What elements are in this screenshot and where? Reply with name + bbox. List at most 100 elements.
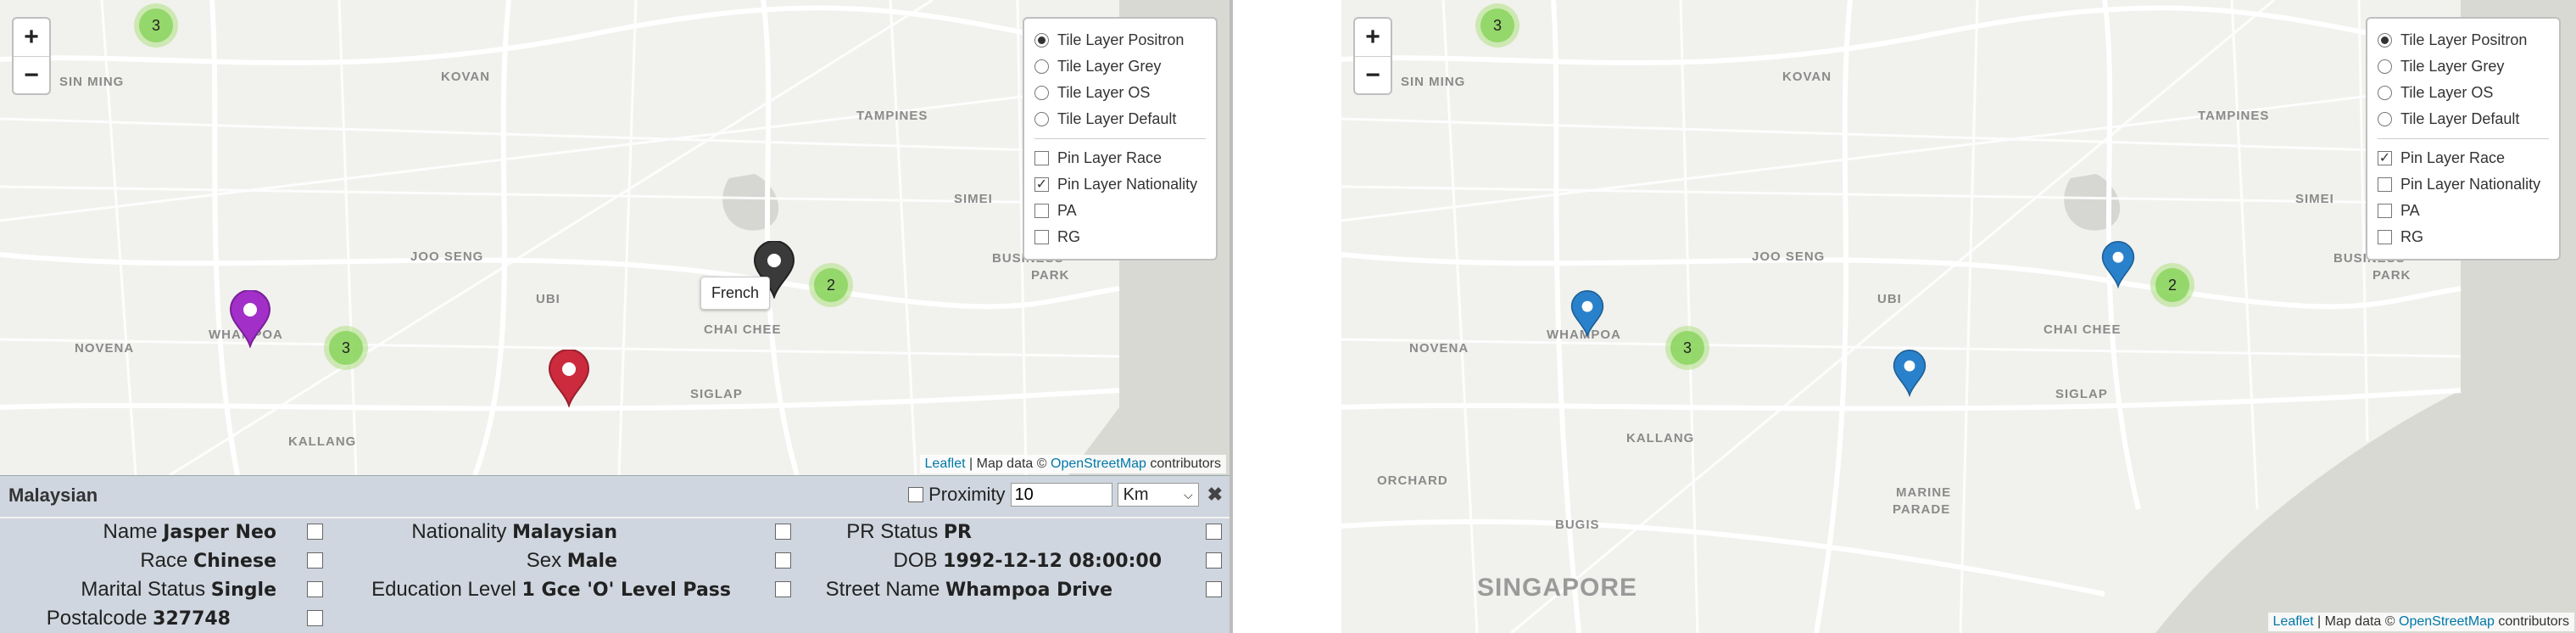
marker-cluster[interactable]: 3 — [324, 326, 368, 370]
place-label: KALLANG — [1626, 431, 1695, 445]
checkbox[interactable] — [2378, 204, 2392, 218]
zoom-control: + − — [12, 17, 51, 95]
field-checkbox[interactable] — [307, 581, 323, 597]
marker-cluster[interactable]: 3 — [1665, 326, 1709, 370]
pin-option-label: Pin Layer Race — [1057, 149, 1163, 166]
tile-option[interactable]: Tile Layer OS — [2378, 80, 2549, 106]
pin-option-label: Pin Layer Nationality — [2400, 176, 2541, 193]
field-checkbox[interactable] — [307, 610, 323, 626]
place-label: UBI — [536, 292, 560, 306]
place-label: PARK — [1031, 268, 1070, 283]
pin-option[interactable]: Pin Layer Race — [1034, 145, 1206, 171]
tile-option[interactable]: Tile Layer OS — [1034, 80, 1206, 106]
tile-option[interactable]: Tile Layer Grey — [2378, 53, 2549, 80]
pin-option[interactable]: Pin Layer Nationality — [2378, 171, 2549, 198]
pin-option[interactable]: RG — [2378, 224, 2549, 250]
pin-option[interactable]: PA — [2378, 198, 2549, 224]
checkbox[interactable] — [1034, 151, 1049, 165]
leaflet-link[interactable]: Leaflet — [2273, 614, 2314, 629]
pin-option[interactable]: ✓ Pin Layer Race — [2378, 145, 2549, 171]
left-map[interactable]: SIN MING KOVAN TAMPINES SIMEI JOO SENG B… — [0, 0, 1229, 475]
marker-pin-icon[interactable] — [1570, 290, 1604, 338]
place-label: NOVENA — [75, 341, 135, 356]
marker-cluster[interactable]: 2 — [809, 263, 853, 307]
tile-option-label: Tile Layer Default — [2400, 110, 2520, 127]
radio-button[interactable] — [2378, 33, 2392, 48]
tile-option[interactable]: Tile Layer Positron — [2378, 27, 2549, 53]
osm-link[interactable]: OpenStreetMap — [2399, 614, 2495, 629]
zoom-out-button[interactable]: − — [1355, 56, 1391, 93]
proximity-input[interactable] — [1010, 483, 1112, 507]
field-checkbox[interactable] — [307, 524, 323, 540]
tile-option-label: Tile Layer Default — [1057, 110, 1177, 127]
field-dob: DOB 1992-12-12 08:00:00 — [893, 549, 1162, 572]
marker-pin-icon[interactable] — [229, 290, 271, 348]
marker-cluster[interactable]: 2 — [2150, 263, 2194, 307]
marker-pin-icon[interactable] — [548, 350, 590, 407]
checkbox-checked[interactable]: ✓ — [2378, 151, 2392, 165]
field-checkbox[interactable] — [1206, 552, 1222, 569]
unit-value: Km — [1123, 485, 1149, 504]
close-icon[interactable]: ✖ — [1207, 484, 1223, 506]
pin-option[interactable]: PA — [1034, 198, 1206, 224]
tile-option[interactable]: Tile Layer Default — [2378, 106, 2549, 132]
marker-pin-icon[interactable] — [1893, 350, 1926, 397]
field-sex: Sex Male — [526, 549, 617, 572]
pin-option-label: Pin Layer Race — [2400, 149, 2506, 166]
zoom-in-button[interactable]: + — [14, 19, 49, 56]
checkbox[interactable] — [1034, 230, 1049, 244]
field-checkbox[interactable] — [775, 552, 791, 569]
tile-option[interactable]: Tile Layer Default — [1034, 106, 1206, 132]
pin-option[interactable]: RG — [1034, 224, 1206, 250]
zoom-in-button[interactable]: + — [1355, 19, 1391, 56]
radio-button[interactable] — [2378, 86, 2392, 100]
proximity-checkbox[interactable] — [908, 487, 924, 502]
right-pane: SIN MING KOVAN TAMPINES SIMEI JOO SENG B… — [1341, 0, 2576, 633]
unit-select[interactable]: Km ⌵ — [1117, 483, 1199, 507]
layer-control: Tile Layer Positron Tile Layer Grey Tile… — [1023, 17, 1218, 260]
place-label: SIMEI — [954, 192, 993, 206]
place-label: SIN MING — [1401, 75, 1466, 89]
cluster-count: 3 — [1480, 8, 1514, 42]
field-checkbox[interactable] — [1206, 581, 1222, 597]
radio-button[interactable] — [1034, 59, 1049, 74]
field-checkbox[interactable] — [307, 552, 323, 569]
tile-option[interactable]: Tile Layer Positron — [1034, 27, 1206, 53]
checkbox[interactable] — [2378, 177, 2392, 192]
zoom-out-button[interactable]: − — [14, 56, 49, 93]
place-label: SIN MING — [59, 75, 125, 89]
cluster-count: 2 — [814, 268, 848, 302]
checkbox-checked[interactable]: ✓ — [1034, 177, 1049, 192]
field-checkbox[interactable] — [1206, 524, 1222, 540]
place-label: PARK — [2372, 268, 2412, 283]
leaflet-link[interactable]: Leaflet — [925, 457, 966, 471]
marker-cluster[interactable]: 3 — [134, 3, 178, 48]
right-map[interactable]: SIN MING KOVAN TAMPINES SIMEI JOO SENG B… — [1341, 0, 2576, 633]
place-label: KOVAN — [1782, 70, 1832, 84]
place-label: UBI — [1877, 292, 1902, 306]
radio-button[interactable] — [2378, 59, 2392, 74]
checkbox[interactable] — [1034, 204, 1049, 218]
marker-cluster[interactable]: 3 — [1475, 3, 1519, 48]
attribution-text: contributors — [2494, 614, 2569, 629]
radio-button[interactable] — [1034, 33, 1049, 48]
info-divider — [0, 517, 1229, 518]
field-name: Name Jasper Neo — [103, 520, 276, 543]
field-checkbox[interactable] — [775, 524, 791, 540]
place-label: SINGAPORE — [1477, 574, 1638, 602]
pin-option[interactable]: ✓ Pin Layer Nationality — [1034, 171, 1206, 198]
tile-option-label: Tile Layer OS — [2400, 84, 2494, 101]
osm-link[interactable]: OpenStreetMap — [1051, 457, 1146, 471]
radio-button[interactable] — [2378, 112, 2392, 126]
checkbox[interactable] — [2378, 230, 2392, 244]
tile-option[interactable]: Tile Layer Grey — [1034, 53, 1206, 80]
field-checkbox[interactable] — [775, 581, 791, 597]
marker-pin-icon[interactable] — [2101, 241, 2135, 288]
attribution-text: contributors — [1146, 457, 1221, 471]
place-label: KALLANG — [288, 434, 357, 449]
layer-separator — [1034, 138, 1206, 139]
radio-button[interactable] — [1034, 86, 1049, 100]
place-label: TAMPINES — [2198, 109, 2270, 123]
radio-button[interactable] — [1034, 112, 1049, 126]
app-root: SIN MING KOVAN TAMPINES SIMEI JOO SENG B… — [0, 0, 2576, 633]
